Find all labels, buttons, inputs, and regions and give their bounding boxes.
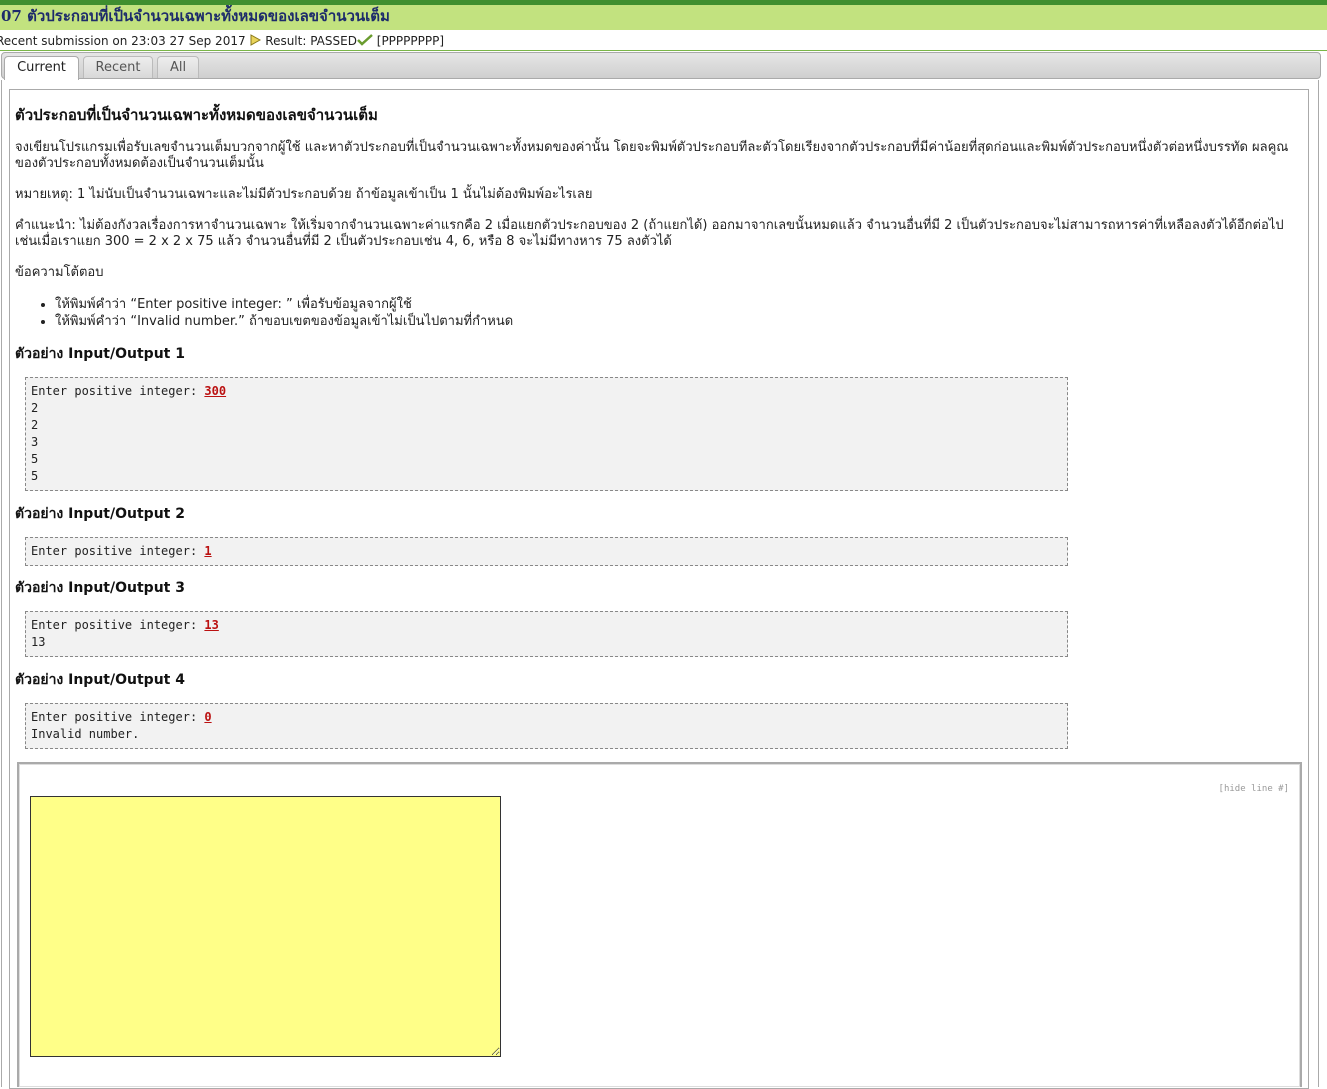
example-1-heading: ตัวอย่าง Input/Output 1: [15, 346, 185, 362]
tab-all[interactable]: All: [157, 56, 199, 78]
example-output: 13: [31, 635, 46, 649]
example-prompt: Enter positive integer:: [31, 544, 205, 558]
example-input: 0: [204, 710, 212, 724]
example-2-heading: ตัวอย่าง Input/Output 2: [15, 506, 185, 522]
example-input: 13: [204, 618, 219, 632]
messages-heading: ข้อความโต้ตอบ: [15, 265, 104, 280]
tab-strip: Current Recent All: [1, 52, 1321, 80]
code-editor-panel: [hide line #]: [17, 762, 1302, 1087]
example-prompt: Enter positive integer:: [31, 384, 205, 398]
page-title: 07 ตัวประกอบที่เป็นจำนวนเฉพาะทั้งหมดของเ…: [0, 5, 1327, 30]
example-4-heading: ตัวอย่าง Input/Output 4: [15, 672, 185, 688]
submission-info: Recent submission on 23:03 27 Sep 2017 R…: [0, 32, 1323, 50]
checkmark-icon: [357, 33, 373, 51]
example-prompt: Enter positive integer:: [31, 710, 205, 724]
example-prompt: Enter positive integer:: [31, 618, 205, 632]
example-input: 1: [204, 544, 212, 558]
example-4-box: Enter positive integer: 0 Invalid number…: [25, 703, 1068, 749]
submission-text: Recent submission on 23:03 27 Sep 2017: [0, 34, 246, 48]
example-output: 2 2 3 5 5: [31, 401, 39, 483]
divider: [0, 50, 1327, 51]
problem-hint: คำแนะนำ: ไม่ต้องกังวลเรื่องการหาจำนวนเฉพ…: [15, 218, 1284, 249]
code-editor[interactable]: [30, 796, 501, 1057]
example-3-heading: ตัวอย่าง Input/Output 3: [15, 580, 185, 596]
list-item: ให้พิมพ์คำว่า “Enter positive integer: ”…: [55, 296, 1303, 313]
problem-title: ตัวประกอบที่เป็นจำนวนเฉพาะทั้งหมดของเลขจ…: [15, 106, 378, 124]
tab-recent[interactable]: Recent: [83, 56, 153, 78]
result-code: [PPPPPPPP]: [376, 34, 445, 48]
example-3-box: Enter positive integer: 13 13: [25, 611, 1068, 657]
list-item: ให้พิมพ์คำว่า “Invalid number.” ถ้าขอบเข…: [55, 313, 1303, 330]
play-arrow-icon[interactable]: [249, 33, 262, 51]
tab-current[interactable]: Current: [4, 56, 79, 80]
example-input: 300: [204, 384, 227, 398]
problem-note: หมายเหตุ: 1 ไม่นับเป็นจำนวนเฉพาะและไม่มี…: [15, 187, 593, 202]
hide-line-numbers-link[interactable]: [hide line #]: [1219, 784, 1289, 794]
example-1-box: Enter positive integer: 300 2 2 3 5 5: [25, 377, 1068, 491]
example-output: Invalid number.: [31, 727, 140, 741]
result-text: Result: PASSED: [265, 34, 357, 48]
messages-list: ให้พิมพ์คำว่า “Enter positive integer: ”…: [15, 296, 1303, 330]
problem-description: จงเขียนโปรแกรมเพื่อรับเลขจำนวนเต็มบวกจาก…: [15, 140, 1289, 171]
example-2-box: Enter positive integer: 1: [25, 537, 1068, 566]
